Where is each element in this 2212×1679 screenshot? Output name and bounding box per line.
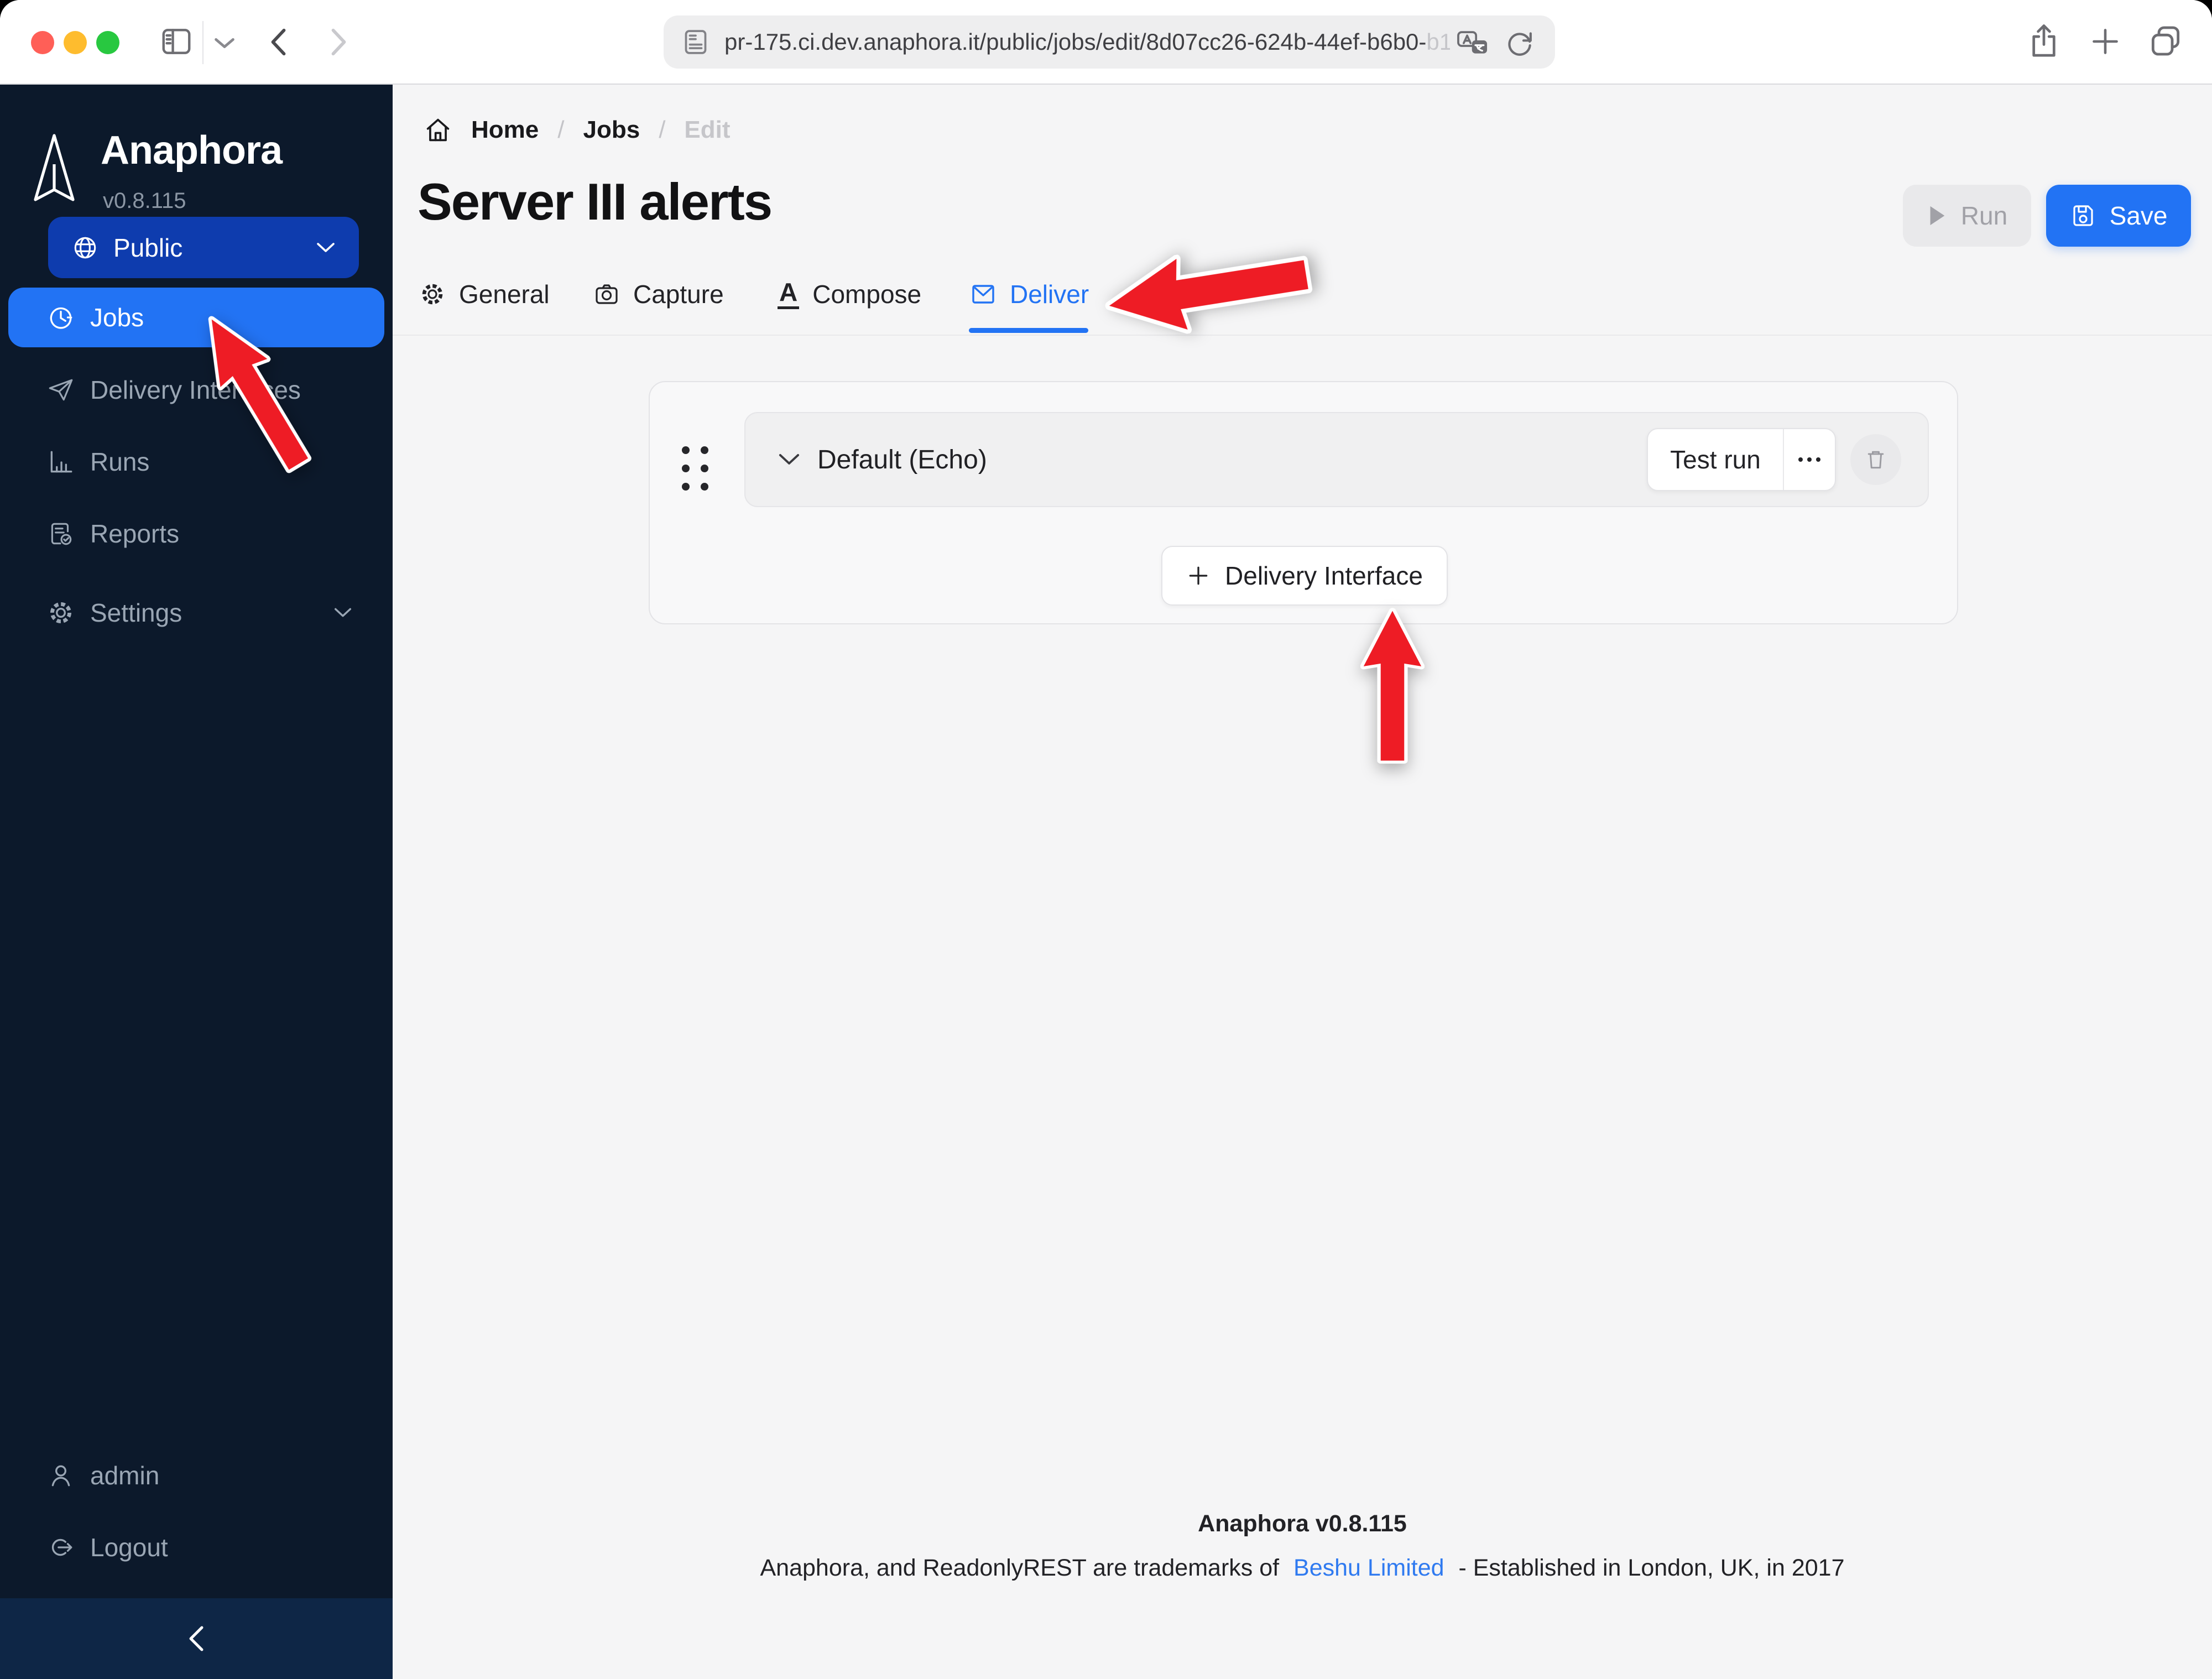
drag-handle[interactable] (682, 446, 708, 491)
new-tab-icon[interactable] (2089, 25, 2121, 58)
camera-icon (596, 284, 618, 304)
user-icon (47, 1462, 75, 1489)
tab-general[interactable]: General (419, 279, 550, 309)
trash-icon (1867, 451, 1884, 469)
app-name: Anaphora (101, 128, 283, 173)
toolbar-divider (202, 21, 204, 64)
browser-toolbar: pr-175.ci.dev.anaphora.it/public/jobs/ed… (0, 0, 2212, 85)
delete-interface-button[interactable] (1850, 434, 1901, 485)
forward-icon[interactable] (321, 25, 354, 59)
sidebar-item-delivery-interfaces[interactable]: Delivery Interfaces (8, 360, 384, 420)
active-tab-underline (969, 328, 1088, 333)
tab-capture[interactable]: Capture (593, 279, 724, 309)
translate-icon[interactable] (1455, 29, 1490, 58)
save-button-label: Save (2109, 201, 2168, 230)
save-icon (2073, 205, 2093, 226)
breadcrumb-jobs[interactable]: Jobs (583, 116, 640, 144)
tenant-selector[interactable]: Public (48, 217, 359, 278)
add-delivery-interface-button[interactable]: Delivery Interface (1161, 546, 1448, 606)
main-content: Home / Jobs / Edit Server III alerts Run… (393, 85, 2212, 1679)
sidebar-user[interactable]: admin (8, 1446, 384, 1505)
chevron-left-icon (189, 1626, 204, 1651)
breadcrumb: Home / Jobs / Edit (424, 116, 731, 144)
save-button[interactable]: Save (2046, 185, 2191, 247)
footer-company-link[interactable]: Beshu Limited (1293, 1555, 1444, 1581)
footer-trademark-suffix: - Established in London, UK, in 2017 (1458, 1555, 1845, 1581)
sidebar-item-reports[interactable]: Reports (8, 504, 384, 564)
footer-trademark: Anaphora, and ReadonlyREST are trademark… (393, 1555, 2212, 1582)
delivery-interface-row: Default (Echo) Test run (744, 412, 1929, 507)
sidebar-item-settings[interactable]: Settings (8, 583, 384, 643)
plus-icon (1189, 566, 1208, 585)
add-interface-label: Delivery Interface (1225, 561, 1423, 590)
run-button-label: Run (1960, 201, 2008, 230)
address-bar[interactable]: pr-175.ci.dev.anaphora.it/public/jobs/ed… (664, 15, 1555, 69)
tab-label: General (459, 280, 550, 309)
footer-trademark-prefix: Anaphora, and ReadonlyREST are trademark… (760, 1555, 1280, 1581)
url-truncated-text: b1 (1426, 29, 1450, 55)
home-icon[interactable] (424, 116, 452, 144)
sidebar-item-label: Settings (90, 598, 182, 627)
minimize-window-button[interactable] (64, 31, 87, 54)
toolbar-chevron-down-icon[interactable] (212, 35, 237, 51)
logout-icon (47, 1534, 75, 1561)
sidebar-item-label: Reports (90, 519, 180, 548)
annotation-arrow-add-interface (1360, 608, 1425, 764)
report-document-icon (47, 520, 75, 548)
breadcrumb-separator: / (557, 116, 565, 143)
ellipsis-icon (1798, 457, 1820, 462)
test-run-split-button: Test run (1647, 428, 1836, 491)
chevron-down-icon (317, 242, 335, 252)
bar-chart-icon (47, 448, 75, 476)
paper-plane-icon (47, 376, 75, 404)
sidebar-toggle-icon[interactable] (159, 24, 194, 59)
sidebar-item-label: Jobs (90, 303, 144, 332)
breadcrumb-edit: Edit (684, 116, 731, 143)
interface-name: Default (Echo) (817, 445, 987, 474)
delivery-interfaces-card: Default (Echo) Test run Delivery Interfa… (649, 381, 1958, 624)
gear-icon (422, 284, 443, 305)
footer-version: Anaphora v0.8.115 (1198, 1510, 1407, 1537)
globe-icon (74, 237, 96, 258)
page-title: Server III alerts (418, 173, 773, 231)
clock-icon (47, 304, 75, 331)
chevron-down-icon (334, 608, 352, 617)
close-window-button[interactable] (31, 31, 54, 54)
username-label: admin (90, 1461, 160, 1490)
text-format-icon: A (778, 279, 800, 309)
url-text: pr-175.ci.dev.anaphora.it/public/jobs/ed… (724, 15, 1450, 69)
logout-label: Logout (90, 1533, 168, 1562)
sidebar-item-runs[interactable]: Runs (8, 432, 384, 492)
zoom-window-button[interactable] (96, 31, 119, 54)
play-icon (1930, 206, 1945, 226)
app-version: v0.8.115 (103, 189, 186, 213)
tab-deliver[interactable]: Deliver (970, 279, 1089, 309)
tabs-divider (393, 335, 2212, 336)
page-settings-icon[interactable] (680, 27, 711, 58)
tab-overview-icon[interactable] (2148, 23, 2183, 59)
sidebar-logout[interactable]: Logout (8, 1518, 384, 1577)
app-logo (34, 134, 75, 201)
test-run-label: Test run (1670, 445, 1761, 474)
tab-label: Capture (633, 280, 724, 309)
sidebar-item-label: Runs (90, 447, 150, 476)
reload-icon[interactable] (1504, 28, 1535, 59)
test-run-button[interactable]: Test run (1648, 429, 1783, 490)
envelope-icon (972, 285, 994, 304)
tab-label: Deliver (1010, 280, 1089, 309)
tab-label: Compose (812, 280, 922, 309)
run-button[interactable]: Run (1903, 185, 2031, 247)
tab-compose[interactable]: A Compose (778, 279, 921, 309)
share-icon[interactable] (2026, 22, 2062, 60)
breadcrumb-home[interactable]: Home (471, 116, 539, 144)
sidebar-collapse-button[interactable] (0, 1598, 393, 1679)
browser-window: pr-175.ci.dev.anaphora.it/public/jobs/ed… (0, 0, 2212, 1679)
expand-chevron-icon[interactable] (776, 451, 802, 468)
breadcrumb-separator: / (659, 116, 666, 143)
gear-icon (47, 599, 75, 627)
tenant-label: Public (113, 233, 183, 262)
more-options-button[interactable] (1783, 429, 1835, 490)
back-icon[interactable] (263, 25, 296, 59)
